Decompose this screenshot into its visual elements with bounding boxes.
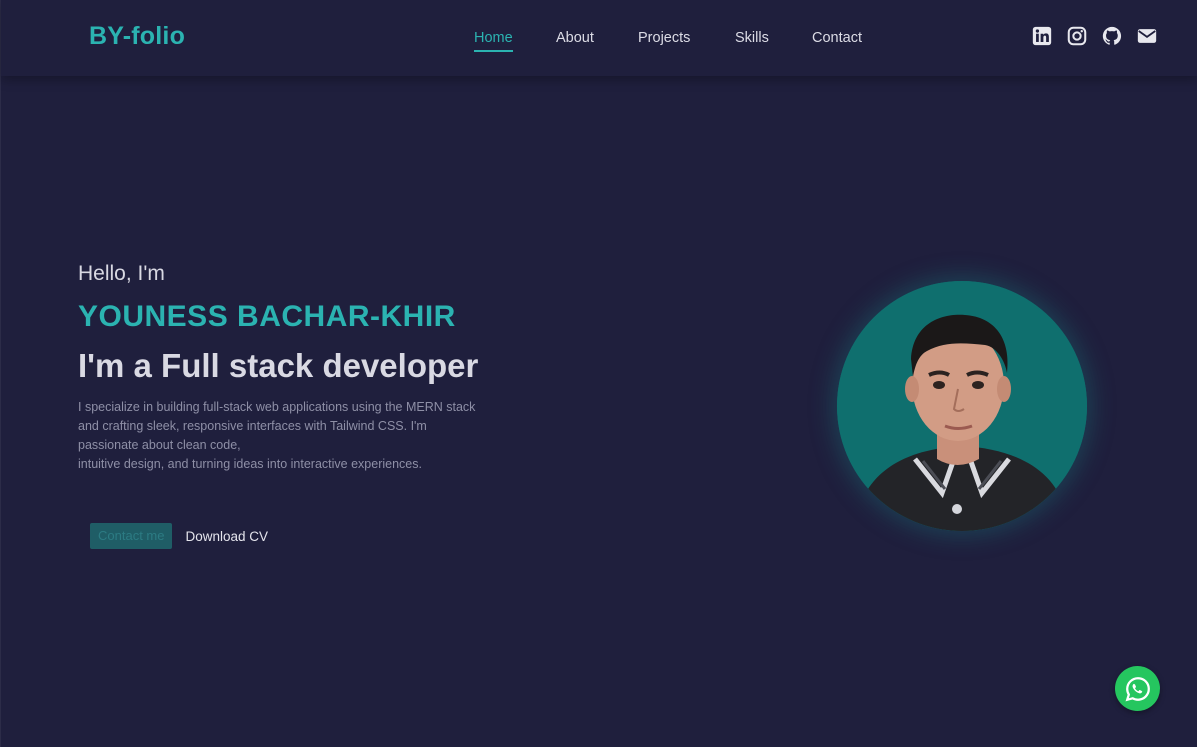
mail-icon[interactable] bbox=[1136, 25, 1158, 47]
nav-skills[interactable]: Skills bbox=[735, 30, 769, 46]
github-icon[interactable] bbox=[1101, 25, 1123, 47]
whatsapp-button[interactable] bbox=[1115, 666, 1160, 711]
hero-description: I specialize in building full-stack web … bbox=[78, 398, 530, 474]
nav-home[interactable]: Home bbox=[474, 30, 513, 52]
hero-name: YOUNESS BACHAR-KHIR bbox=[78, 300, 456, 333]
brand-logo[interactable]: BY-folio bbox=[89, 22, 185, 51]
instagram-icon[interactable] bbox=[1066, 25, 1088, 47]
nav-about[interactable]: About bbox=[556, 30, 594, 46]
profile-portrait-illustration bbox=[837, 281, 1087, 531]
hero-section: Hello, I'm YOUNESS BACHAR-KHIR I'm a Ful… bbox=[78, 262, 538, 474]
download-cv-link[interactable]: Download CV bbox=[185, 529, 268, 544]
profile-photo bbox=[837, 281, 1087, 531]
navbar: BY-folio Home About Projects Skills Cont… bbox=[1, 0, 1197, 76]
hero-description-line: I specialize in building full-stack web … bbox=[78, 400, 476, 414]
hero-role: I'm a Full stack developer bbox=[78, 347, 479, 384]
hero-description-line: intuitive design, and turning ideas into… bbox=[78, 457, 422, 471]
hero-description-line: and crafting sleek, responsive interface… bbox=[78, 419, 427, 433]
linkedin-icon[interactable] bbox=[1031, 25, 1053, 47]
hero-greeting: Hello, I'm bbox=[78, 262, 165, 285]
nav-projects[interactable]: Projects bbox=[638, 30, 690, 46]
whatsapp-icon bbox=[1125, 676, 1150, 701]
contact-me-button[interactable]: Contact me bbox=[90, 523, 173, 549]
nav-contact[interactable]: Contact bbox=[812, 30, 862, 46]
social-links bbox=[1031, 25, 1158, 47]
hero-description-line: passionate about clean code, bbox=[78, 438, 241, 452]
hero-actions: Contact me Download CV bbox=[90, 523, 268, 549]
